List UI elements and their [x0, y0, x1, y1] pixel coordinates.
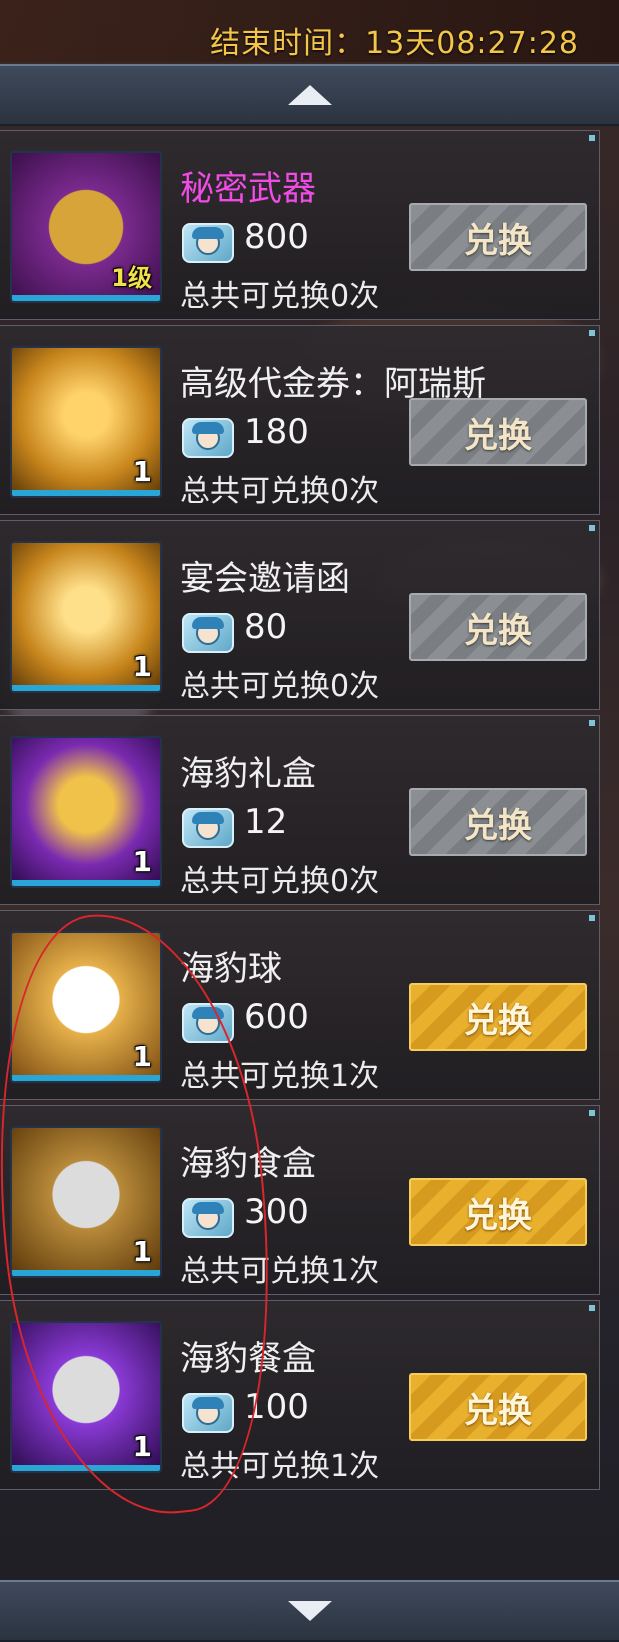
seal-coin-icon — [182, 418, 234, 458]
item-name: 海豹食盒 — [180, 1144, 316, 1184]
item-price: 12 — [244, 802, 288, 842]
exchange-button[interactable]: 兑换 — [409, 788, 587, 856]
exchange-item-6: 1 海豹食盒 300 总共可兑换1次 兑换 — [0, 1105, 600, 1295]
item-count: 1 — [132, 1430, 152, 1463]
exchange-button[interactable]: 兑换 — [409, 203, 587, 271]
item-price: 600 — [244, 997, 309, 1037]
item-icon-frame: 1 — [10, 346, 162, 498]
item-count: 1 — [132, 845, 152, 878]
item-icon-frame: 1 — [10, 1321, 162, 1473]
exchange-item-7: 1 海豹餐盒 100 总共可兑换1次 兑换 — [0, 1300, 600, 1490]
exchange-item-5: 1 海豹球 600 总共可兑换1次 兑换 — [0, 910, 600, 1100]
exchange-button[interactable]: 兑换 — [409, 1178, 587, 1246]
item-icon-frame: 1 — [10, 931, 162, 1083]
timer-bar: 结束时间：13天08:27:28 — [0, 0, 619, 62]
exchange-item-2: 1 高级代金券：阿瑞斯 180 总共可兑换0次 兑换 — [0, 325, 600, 515]
item-limit: 总共可兑换0次 — [180, 864, 380, 899]
exchange-button[interactable]: 兑换 — [409, 398, 587, 466]
exchange-button[interactable]: 兑换 — [409, 593, 587, 661]
item-count: 1级 — [111, 264, 152, 292]
item-icon-frame: 1 — [10, 736, 162, 888]
end-time-timer: 结束时间：13天08:27:28 — [210, 26, 579, 61]
seal-coin-icon — [182, 613, 234, 653]
item-name: 海豹礼盒 — [180, 754, 316, 794]
item-name: 秘密武器 — [180, 169, 316, 209]
item-price: 180 — [244, 412, 309, 452]
scroll-down-button[interactable] — [0, 1580, 619, 1642]
item-limit: 总共可兑换0次 — [180, 279, 380, 314]
up-arrow-icon — [287, 85, 332, 105]
exchange-item-3: 1 宴会邀请函 80 总共可兑换0次 兑换 — [0, 520, 600, 710]
item-limit: 总共可兑换0次 — [180, 474, 380, 509]
seal-coin-icon — [182, 1003, 234, 1043]
scroll-up-button[interactable] — [0, 64, 619, 126]
item-name: 海豹球 — [180, 949, 282, 989]
down-arrow-icon — [287, 1601, 332, 1621]
item-name: 宴会邀请函 — [180, 559, 350, 599]
seal-coin-icon — [182, 1393, 234, 1433]
item-limit: 总共可兑换1次 — [180, 1449, 380, 1484]
item-limit: 总共可兑换0次 — [180, 669, 380, 704]
item-limit: 总共可兑换1次 — [180, 1059, 380, 1094]
item-count: 1 — [132, 1040, 152, 1073]
seal-coin-icon — [182, 223, 234, 263]
exchange-button[interactable]: 兑换 — [409, 983, 587, 1051]
item-icon-frame: 1 — [10, 1126, 162, 1278]
item-count: 1 — [132, 455, 152, 488]
exchange-item-4: 1 海豹礼盒 12 总共可兑换0次 兑换 — [0, 715, 600, 905]
seal-coin-icon — [182, 1198, 234, 1238]
exchange-item-1: 1级 秘密武器 800 总共可兑换0次 兑换 — [0, 130, 600, 320]
item-count: 1 — [132, 650, 152, 683]
exchange-button[interactable]: 兑换 — [409, 1373, 587, 1441]
item-price: 300 — [244, 1192, 309, 1232]
item-count: 1 — [132, 1235, 152, 1268]
item-limit: 总共可兑换1次 — [180, 1254, 380, 1289]
item-price: 80 — [244, 607, 288, 647]
item-price: 100 — [244, 1387, 309, 1427]
seal-coin-icon — [182, 808, 234, 848]
item-name: 海豹餐盒 — [180, 1339, 316, 1379]
item-icon-frame: 1级 — [10, 151, 162, 303]
item-price: 800 — [244, 217, 309, 257]
item-icon-frame: 1 — [10, 541, 162, 693]
